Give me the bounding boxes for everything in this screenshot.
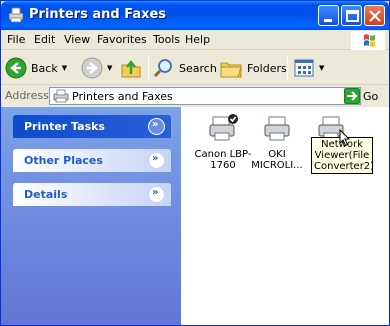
printers-faxes-icon <box>8 7 24 23</box>
mouse-cursor-icon <box>339 129 351 147</box>
folders-label: Folders <box>247 61 287 75</box>
go-label: Go <box>363 89 379 103</box>
address-value: Printers and Faxes <box>72 90 173 103</box>
menu-help[interactable]: Help <box>185 33 210 46</box>
close-button[interactable] <box>364 5 385 26</box>
folders-button[interactable]: Folders <box>219 56 287 80</box>
forward-arrow-icon <box>81 57 103 79</box>
back-dropdown-icon[interactable]: ▼ <box>62 64 67 72</box>
forward-dropdown-icon[interactable]: ▼ <box>107 64 112 72</box>
toolbar-separator <box>287 57 288 79</box>
back-button[interactable]: Back ▼ <box>5 56 67 80</box>
menu-view[interactable]: View <box>64 33 90 46</box>
forward-button[interactable]: ▼ <box>81 56 112 80</box>
address-label: Address <box>5 89 49 102</box>
expand-chevron-icon[interactable]: » <box>148 152 165 169</box>
toolbar-separator <box>148 57 149 79</box>
window-title: Printers and Faxes <box>29 7 167 22</box>
minimize-button[interactable] <box>318 5 339 26</box>
go-arrow-icon <box>344 88 360 104</box>
standard-toolbar: Back ▼ ▼ Search Folders ▼ <box>1 51 389 85</box>
file-view: Canon LBP-1760 OKI MICROLI... Network Vi… <box>181 107 389 325</box>
menu-file[interactable]: File <box>7 33 25 46</box>
windows-logo-icon <box>351 31 385 50</box>
title-bar[interactable]: Printers and Faxes <box>1 1 389 30</box>
printer-tasks-header[interactable]: Printer Tasks » <box>13 115 171 138</box>
printer-name: OKI MICROLI... <box>251 149 303 171</box>
search-icon <box>153 59 172 78</box>
back-label: Back <box>31 61 58 75</box>
collapse-chevron-icon[interactable]: » <box>148 118 165 135</box>
other-places-header[interactable]: Other Places » <box>13 149 171 172</box>
up-folder-icon <box>121 60 141 78</box>
up-folder-button[interactable] <box>120 56 142 80</box>
search-button[interactable]: Search <box>153 56 217 80</box>
views-button[interactable]: ▼ <box>293 56 324 80</box>
other-places-label: Other Places <box>24 154 103 167</box>
details-header[interactable]: Details » <box>13 183 171 206</box>
menu-tools[interactable]: Tools <box>153 33 180 46</box>
default-printer-icon <box>209 114 238 141</box>
details-label: Details <box>24 188 68 201</box>
go-button[interactable]: Go <box>344 88 378 104</box>
address-bar: Address Printers and Faxes Go <box>1 85 389 107</box>
explorer-window: Printers and Faxes File Edit View Favori… <box>0 0 390 326</box>
menu-favorites[interactable]: Favorites <box>97 33 147 46</box>
folders-icon <box>220 62 242 78</box>
menu-edit[interactable]: Edit <box>34 33 55 46</box>
printers-faxes-icon <box>53 89 69 103</box>
views-icon <box>294 59 314 77</box>
expand-chevron-icon[interactable]: » <box>148 186 165 203</box>
task-pane: Printer Tasks » Other Places » Details » <box>1 107 181 325</box>
address-input[interactable]: Printers and Faxes <box>49 87 361 105</box>
printer-icon <box>264 116 290 141</box>
search-label: Search <box>179 61 217 75</box>
maximize-button[interactable] <box>341 5 362 26</box>
menu-bar: File Edit View Favorites Tools Help <box>1 30 389 50</box>
printer-tasks-label: Printer Tasks <box>24 120 105 133</box>
back-arrow-icon <box>5 57 27 79</box>
views-dropdown-icon[interactable]: ▼ <box>319 64 324 72</box>
